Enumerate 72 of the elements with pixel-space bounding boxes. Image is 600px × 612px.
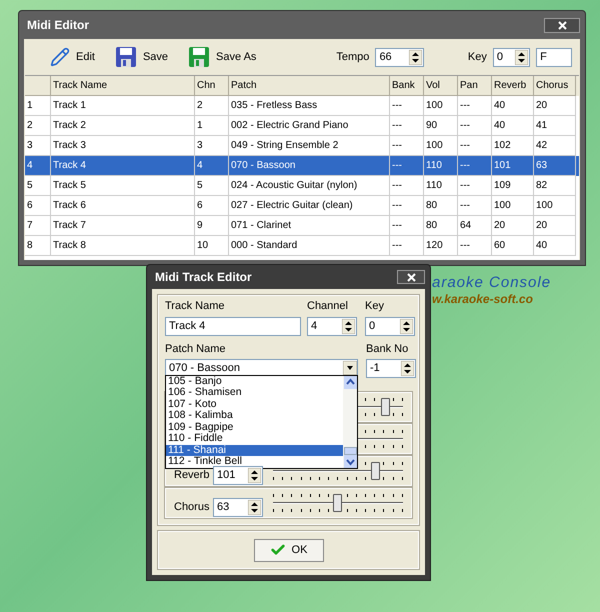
- table-row[interactable]: 5 Track 5 5 024 - Acoustic Guitar (nylon) --- 110 --- 109 82: [25, 176, 579, 196]
- patch-option[interactable]: 106 - Shamisen: [166, 387, 343, 398]
- patch-option[interactable]: 107 - Koto: [166, 398, 343, 410]
- slider-label: Reverb: [174, 468, 210, 483]
- note-field[interactable]: F: [536, 48, 572, 66]
- toolbar-button[interactable]: Save As: [188, 46, 256, 68]
- scrollbar[interactable]: [343, 376, 357, 468]
- table-cell: 8: [25, 236, 51, 256]
- spin-arrows-icon[interactable]: [248, 468, 261, 482]
- spin-arrows-icon[interactable]: [408, 50, 422, 64]
- scroll-down-icon[interactable]: [344, 454, 356, 468]
- toolbar-button[interactable]: Save: [114, 46, 168, 68]
- patch-option[interactable]: 108 - Kalimba: [166, 410, 343, 422]
- spin-arrows-icon[interactable]: [401, 361, 414, 376]
- track-name-field[interactable]: Track 4: [165, 316, 301, 336]
- patch-option[interactable]: 105 - Banjo: [166, 376, 343, 387]
- key-label: Key: [468, 50, 487, 65]
- value-field[interactable]: 63: [213, 498, 263, 516]
- close-icon[interactable]: [406, 272, 416, 282]
- table-row[interactable]: 3 Track 3 3 049 - String Ensemble 2 --- 100 --- 102 42: [25, 136, 579, 156]
- patch-option[interactable]: 110 - Fiddle: [166, 433, 343, 444]
- table-cell: 40: [534, 236, 576, 256]
- pencil-icon: [50, 47, 70, 67]
- table-row[interactable]: 6 Track 6 6 027 - Electric Guitar (clean) --- 80 --- 100 100: [25, 196, 579, 216]
- tempo-label: Tempo: [336, 50, 370, 65]
- table-cell: 10: [195, 236, 229, 256]
- spin-arrows-icon[interactable]: [342, 318, 355, 334]
- table-cell: Track 8: [51, 236, 195, 256]
- slider-thumb[interactable]: [333, 494, 342, 512]
- window-title: Midi Track Editor: [154, 269, 252, 286]
- tempo-field[interactable]: 66: [375, 48, 424, 66]
- channel-field[interactable]: 4: [307, 316, 357, 336]
- key-field[interactable]: 0: [492, 48, 530, 66]
- key-field[interactable]: 0: [365, 316, 415, 336]
- patch-option[interactable]: 111 - Shanai: [166, 444, 343, 456]
- ok-button[interactable]: OK: [254, 538, 324, 562]
- spin-arrows-icon[interactable]: [248, 500, 261, 514]
- window-title: Midi Editor: [26, 17, 89, 34]
- patch-dropdown-menu[interactable]: 105 - Banjo 106 - Shamisen 107 - Koto 108 - Kalimba 109 - Bagpipe 110 - Fiddle 111 - Shanai 112 - Tinkle Bell: [165, 374, 358, 468]
- patch-name-label: Patch Name: [165, 342, 227, 356]
- close-button[interactable]: [544, 18, 580, 32]
- channel-label: Channel: [307, 299, 349, 314]
- spin-arrows-icon[interactable]: [400, 318, 413, 334]
- table-cell: 60: [492, 236, 534, 256]
- table-row[interactable]: 2 Track 2 1 002 - Electric Grand Piano --- 90 --- 40 41: [25, 116, 579, 136]
- slider-thumb[interactable]: [370, 462, 380, 480]
- slider-label: Chorus: [174, 500, 210, 515]
- wallpaper-brand: araoke Console: [432, 273, 552, 293]
- table-cell: 000 - Standard: [229, 236, 390, 256]
- patch-option[interactable]: 109 - Bagpipe: [166, 422, 343, 433]
- table-row[interactable]: 7 Track 7 9 071 - Clarinet --- 80 64 20 20: [25, 216, 579, 236]
- key-label: Key: [365, 299, 385, 314]
- patch-option[interactable]: 112 - Tinkle Bell: [166, 456, 343, 468]
- slider-thumb[interactable]: [381, 398, 390, 416]
- scroll-up-icon[interactable]: [344, 376, 356, 388]
- table-cell: 120: [424, 236, 458, 256]
- dropdown-arrow-icon[interactable]: [343, 361, 357, 375]
- value-field[interactable]: 101: [213, 466, 263, 484]
- table-row[interactable]: 8 Track 8 10 000 - Standard --- 120 --- 60 40: [25, 236, 579, 256]
- wallpaper-url: w.karaoke-soft.co: [432, 291, 533, 308]
- bank-field[interactable]: -1: [366, 359, 416, 378]
- table-row[interactable]: 1 Track 1 2 035 - Fretless Bass --- 100 --- 40 20: [25, 96, 579, 116]
- table-cell: ---: [458, 236, 492, 256]
- track-name-label: Track Name: [165, 299, 226, 314]
- table-row[interactable]: 4 Track 4 4 070 - Bassoon --- 110 --- 101 63: [25, 156, 579, 176]
- spin-arrows-icon[interactable]: [515, 50, 528, 64]
- bank-no-label: Bank No: [366, 342, 410, 356]
- close-button[interactable]: [397, 270, 425, 284]
- close-icon[interactable]: [558, 20, 566, 30]
- scroll-thumb[interactable]: [344, 446, 356, 454]
- toolbar-button[interactable]: Edit: [50, 47, 95, 67]
- table-cell: ---: [390, 236, 424, 256]
